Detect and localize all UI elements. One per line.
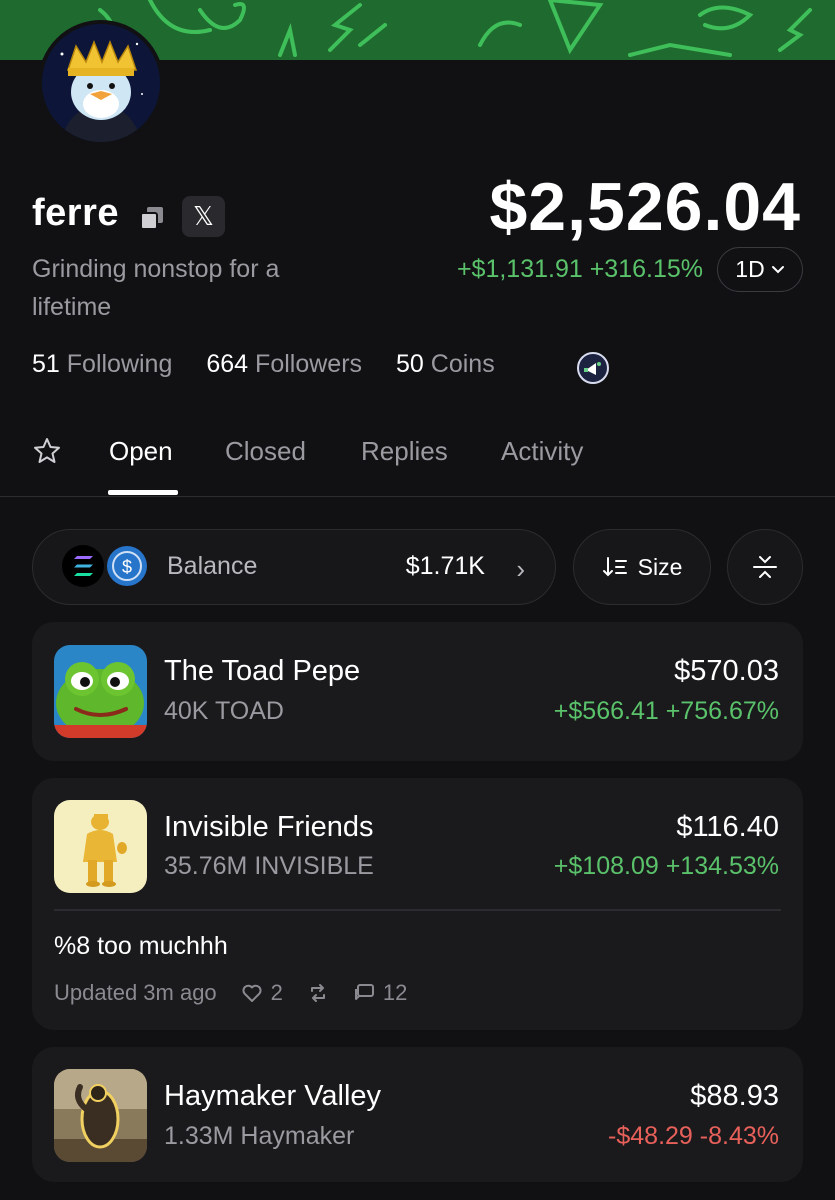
solana-icon: [62, 545, 104, 587]
haymaker-figure-icon: [54, 1069, 147, 1162]
followers-count: 664: [206, 350, 249, 378]
token-name: Invisible Friends: [164, 811, 374, 843]
card-divider: [54, 909, 781, 911]
comment-button[interactable]: 12: [353, 980, 407, 1006]
tab-replies[interactable]: Replies: [361, 436, 448, 467]
username: ferre: [32, 192, 119, 234]
tab-activity[interactable]: Activity: [501, 436, 583, 467]
position-value: $88.93: [690, 1080, 779, 1112]
tab-closed[interactable]: Closed: [225, 436, 306, 467]
token-logo-haymaker-valley: [54, 1069, 147, 1162]
sort-icon: [602, 557, 627, 577]
copy-icon[interactable]: [138, 204, 166, 232]
position-note: %8 too muchhh: [54, 932, 228, 960]
position-card[interactable]: Haymaker Valley 1.33M Haymaker $88.93 -$…: [32, 1047, 803, 1182]
following-label: Following: [66, 350, 173, 378]
position-card[interactable]: Invisible Friends 35.76M INVISIBLE $116.…: [32, 778, 803, 1030]
position-value: $116.40: [676, 811, 779, 843]
position-card[interactable]: The Toad Pepe 40K TOAD $570.03 +$566.41 …: [32, 622, 803, 761]
portfolio-total-value: $2,526.04: [489, 169, 801, 245]
followers-label: Followers: [255, 350, 363, 378]
repost-button[interactable]: [307, 982, 329, 1004]
position-change: -$48.29 -8.43%: [608, 1122, 779, 1150]
following-count: 51: [32, 350, 60, 378]
note-meta: Updated 3m ago 2 12: [54, 980, 431, 1006]
collapse-button[interactable]: [727, 529, 803, 605]
avatar[interactable]: [38, 20, 164, 146]
token-logo-invisible-friends: [54, 800, 147, 893]
portfolio-change: +$1,131.91 +316.15%: [456, 255, 703, 283]
comment-count: 12: [382, 980, 408, 1005]
token-amount: 1.33M Haymaker: [164, 1122, 355, 1150]
star-icon[interactable]: [32, 436, 62, 466]
token-amount: 35.76M INVISIBLE: [164, 852, 374, 880]
following-stat[interactable]: 51 Following: [32, 350, 172, 379]
time-range-label: 1D: [735, 256, 765, 282]
token-name: The Toad Pepe: [164, 655, 361, 687]
position-change: +$566.41 +756.67%: [553, 697, 779, 725]
megaphone-badge-icon[interactable]: [576, 351, 610, 385]
penguin-avatar-image: [42, 24, 160, 142]
coins-label: Coins: [430, 350, 495, 378]
chevron-down-icon: [771, 265, 784, 273]
tab-open[interactable]: Open: [109, 436, 173, 467]
coins-stat[interactable]: 50 Coins: [396, 350, 495, 379]
profile-stats: 51 Following 664 Followers 50 Coins: [32, 350, 529, 379]
collapse-icon: [753, 556, 777, 578]
token-logo-toad-pepe: [54, 645, 147, 738]
chevron-right-icon: ›: [516, 554, 525, 584]
token-name: Haymaker Valley: [164, 1080, 382, 1112]
frog-icon: [54, 645, 147, 738]
updated-time: Updated 3m ago: [54, 980, 217, 1005]
sort-size-button[interactable]: Size: [573, 529, 711, 605]
repost-icon: [310, 984, 325, 1002]
balance-button[interactable]: $ Balance $1.71K ›: [32, 529, 556, 605]
position-value: $570.03: [674, 655, 779, 687]
x-logo-icon: 𝕏: [193, 201, 214, 231]
like-button[interactable]: 2: [241, 980, 283, 1006]
profile-tabs: Open Closed Replies Activity: [0, 420, 835, 497]
heart-icon: [242, 984, 262, 1002]
usdc-icon: $: [107, 546, 147, 586]
position-change: +$108.09 +134.53%: [553, 852, 779, 880]
sort-label: Size: [637, 553, 683, 580]
coins-count: 50: [396, 350, 424, 378]
balance-value: $1.71K: [405, 552, 485, 580]
x-profile-button[interactable]: 𝕏: [182, 196, 225, 237]
like-count: 2: [270, 980, 283, 1005]
profile-bio: Grinding nonstop for a lifetime: [32, 255, 280, 321]
comment-icon: [354, 984, 374, 1000]
active-tab-indicator: [108, 490, 178, 495]
balance-label: Balance: [167, 552, 258, 580]
time-range-dropdown[interactable]: 1D: [717, 247, 803, 292]
followers-stat[interactable]: 664 Followers: [206, 350, 362, 379]
token-amount: 40K TOAD: [164, 697, 284, 725]
invisible-figure-icon: [54, 800, 147, 893]
svg-text:$: $: [122, 557, 132, 577]
